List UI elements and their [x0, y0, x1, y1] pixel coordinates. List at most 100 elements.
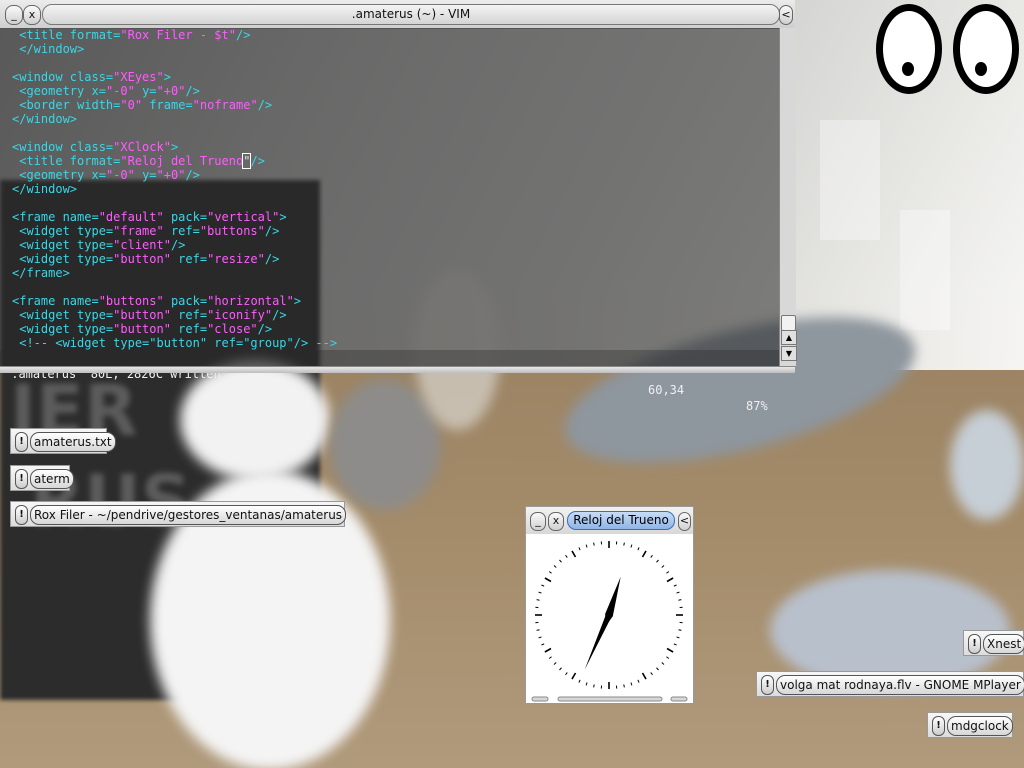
clock-titlebar[interactable]: _ x Reloj del Trueno < — [526, 507, 693, 534]
code-token: y= — [134, 168, 157, 182]
code-token: class= — [69, 70, 114, 84]
code-token: > — [293, 294, 302, 308]
icon-label[interactable]: Rox Filer - ~/pendrive/gestores_ventanas… — [30, 505, 347, 525]
code-line[interactable]: <widget type="button" ref="close"/> — [12, 322, 779, 336]
close-button[interactable]: x — [548, 512, 564, 531]
icon-amaterus-txt[interactable]: ! amaterus.txt — [10, 428, 116, 454]
code-line[interactable]: <title format="Reloj del Trueno"/> — [12, 153, 779, 169]
code-line[interactable]: <window class="XClock"> — [12, 140, 779, 154]
clock-tick — [559, 667, 562, 671]
clock-tick — [661, 662, 665, 665]
window-menu-button[interactable]: < — [678, 512, 691, 531]
icon-label[interactable]: Xnest — [983, 634, 1024, 654]
code-line[interactable]: <!-- <widget type="button" ref="group"/>… — [12, 336, 779, 350]
clock-tick — [623, 684, 625, 688]
code-line[interactable] — [12, 196, 779, 210]
code-line[interactable]: <frame name="buttons" pack="horizontal"> — [12, 294, 779, 308]
scroll-down-arrow-icon[interactable]: ▼ — [781, 346, 797, 361]
code-line[interactable]: <frame name="default" pack="vertical"> — [12, 210, 779, 224]
deiconify-icon[interactable]: ! — [15, 505, 28, 525]
clock-tick — [536, 599, 540, 601]
code-line[interactable]: </frame> — [12, 266, 779, 280]
code-token: pack= — [163, 210, 208, 224]
xeyes-right-pupil-icon — [975, 62, 987, 76]
window-title[interactable]: Reloj del Trueno — [567, 511, 675, 530]
window-bottom-border[interactable] — [526, 696, 693, 703]
minimize-button[interactable]: _ — [5, 5, 23, 25]
clock-tick — [630, 544, 633, 548]
window-menu-button[interactable]: < — [779, 5, 793, 25]
minimize-button[interactable]: _ — [530, 512, 546, 531]
code-token: ref= — [170, 322, 208, 336]
code-line[interactable] — [12, 56, 779, 70]
code-token: /> — [185, 84, 200, 98]
code-token: width= — [77, 98, 121, 112]
icon-mdgclock[interactable]: ! mdgclock — [927, 712, 1013, 738]
clock-tick — [538, 591, 542, 594]
deiconify-icon[interactable]: ! — [15, 469, 28, 489]
clock-tick — [538, 636, 542, 639]
clock-tick — [637, 547, 640, 551]
vim-titlebar[interactable]: _ x .amaterus (~) - VIM < — [0, 0, 795, 29]
window-title[interactable]: .amaterus (~) - VIM — [42, 4, 780, 25]
vim-editor[interactable]: <title format="Rox Filer - $t"/> </windo… — [0, 28, 779, 350]
code-token: "-0" — [105, 168, 135, 182]
icon-label[interactable]: aterm — [30, 469, 74, 489]
code-line[interactable]: <title format="Rox Filer - $t"/> — [12, 28, 779, 42]
code-line[interactable]: <widget type="button" ref="resize"/> — [12, 252, 779, 266]
code-token: /> — [272, 308, 287, 322]
code-token: > — [279, 210, 287, 224]
code-token: <frame — [12, 210, 63, 224]
icon-rox-filer[interactable]: ! Rox Filer - ~/pendrive/gestores_ventan… — [10, 501, 347, 527]
icon-label[interactable]: volga mat rodnaya.flv - GNOME MPlayer — [776, 675, 1024, 695]
icon-label[interactable]: amaterus.txt — [30, 432, 116, 452]
clock-tick — [571, 672, 577, 680]
deiconify-icon[interactable]: ! — [968, 634, 981, 654]
scroll-up-arrow-icon[interactable]: ▲ — [781, 330, 797, 345]
clock-tick — [678, 629, 682, 631]
code-token: x= — [91, 168, 106, 182]
code-line[interactable]: <widget type="frame" ref="buttons"/> — [12, 224, 779, 238]
vertical-scrollbar[interactable]: ▲ ▼ — [779, 28, 797, 366]
deiconify-icon[interactable]: ! — [932, 716, 945, 736]
window-bottom-border[interactable] — [0, 366, 795, 373]
deiconify-icon[interactable]: ! — [15, 432, 28, 452]
icon-mplayer[interactable]: ! volga mat rodnaya.flv - GNOME MPlayer — [756, 671, 1024, 697]
code-line[interactable] — [12, 280, 779, 294]
cursor-position: 60,34 — [648, 383, 685, 397]
code-token: "buttons" — [98, 294, 164, 308]
code-line[interactable]: <widget type="button" ref="iconify"/> — [12, 308, 779, 322]
vim-window[interactable]: _ x .amaterus (~) - VIM < <title format=… — [0, 0, 797, 413]
code-line[interactable]: <geometry x="-0" y="+0"/> — [12, 84, 779, 98]
icon-xnest[interactable]: ! Xnest — [963, 630, 1024, 656]
clock-tick — [559, 559, 562, 563]
scroll-percent: 87% — [746, 399, 768, 413]
code-token: > — [170, 140, 179, 154]
code-token: x= — [91, 84, 106, 98]
code-token: format= — [69, 28, 121, 42]
deiconify-icon[interactable]: ! — [761, 675, 774, 695]
code-line[interactable] — [12, 126, 779, 140]
code-token: "Reloj del Trueno — [120, 154, 244, 168]
close-button[interactable]: x — [23, 5, 41, 25]
code-token: /> — [170, 238, 186, 252]
code-line[interactable]: <window class="XEyes"> — [12, 70, 779, 84]
code-line[interactable]: <widget type="client"/> — [12, 238, 779, 252]
code-token: type= — [77, 224, 114, 238]
code-line[interactable]: <geometry x="-0" y="+0"/> — [12, 168, 779, 182]
code-line[interactable]: <border width="0" frame="noframe"/> — [12, 98, 779, 112]
icon-aterm[interactable]: ! aterm — [10, 465, 74, 491]
xeyes-left-eye — [876, 4, 942, 94]
clock-tick — [678, 599, 682, 601]
clock-tick — [666, 571, 670, 574]
clock-tick — [548, 656, 552, 659]
icon-label[interactable]: mdgclock — [947, 716, 1013, 736]
code-token: "button" — [113, 308, 171, 322]
code-line[interactable]: </window> — [12, 182, 779, 196]
scrollbar-thumb[interactable] — [781, 315, 796, 331]
code-text[interactable]: <title format="Rox Filer - $t"/> </windo… — [0, 28, 779, 350]
clock-window[interactable]: _ x Reloj del Trueno < — [525, 506, 694, 704]
code-line[interactable]: </window> — [12, 42, 779, 56]
code-token: type= — [77, 322, 114, 336]
code-line[interactable]: </window> — [12, 112, 779, 126]
